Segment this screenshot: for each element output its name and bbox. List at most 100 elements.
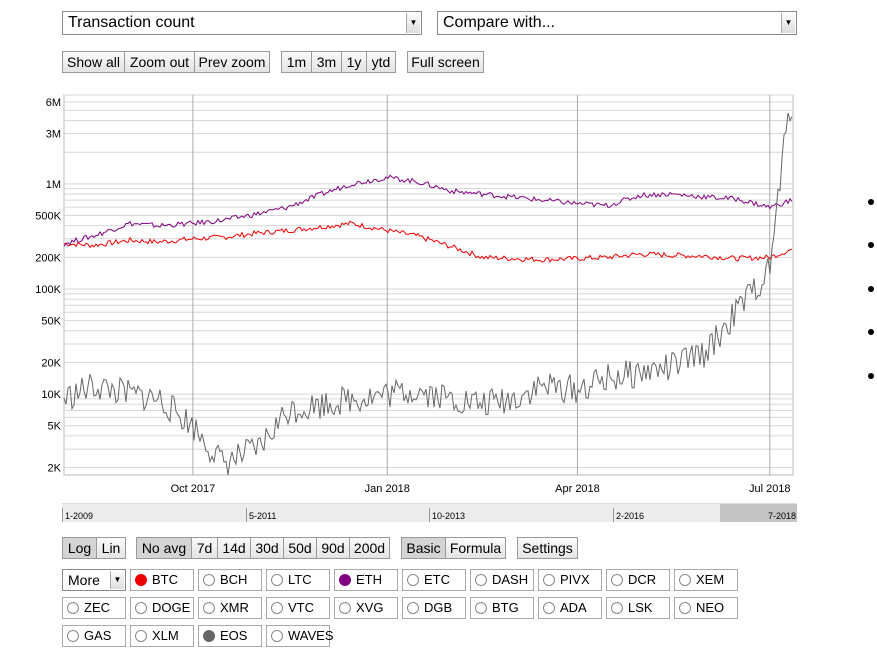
coin-toggle-lsk[interactable]: LSK bbox=[606, 597, 670, 619]
y-tick-label: 3M bbox=[46, 129, 61, 141]
navigator-label: 2-2016 bbox=[616, 511, 645, 521]
radio-icon bbox=[611, 574, 623, 586]
navigator-label: 5-2011 bbox=[249, 511, 277, 521]
radio-icon bbox=[135, 574, 147, 586]
coin-toggle-xvg[interactable]: XVG bbox=[334, 597, 398, 619]
list-bullet bbox=[868, 373, 874, 379]
avg-90d-button[interactable]: 90d bbox=[316, 537, 350, 559]
scale-log-button[interactable]: Log bbox=[62, 537, 97, 559]
radio-icon bbox=[339, 602, 351, 614]
navigator[interactable]: 1-2009 5-2011 10-2013 2-2016 7-2018 bbox=[62, 503, 797, 522]
coin-toggle-eos[interactable]: EOS bbox=[198, 625, 262, 647]
coin-label: VTC bbox=[288, 600, 314, 615]
coin-label: XMR bbox=[220, 600, 249, 615]
radio-icon bbox=[679, 602, 691, 614]
coin-toggle-eth[interactable]: ETH bbox=[334, 569, 398, 591]
coin-toggle-pivx[interactable]: PIVX bbox=[538, 569, 602, 591]
radio-icon bbox=[339, 574, 351, 586]
x-tick-label: Oct 2017 bbox=[171, 483, 216, 495]
navigator-tick bbox=[613, 508, 614, 522]
coin-toggle-dash[interactable]: DASH bbox=[470, 569, 534, 591]
coin-label: GAS bbox=[84, 628, 112, 643]
avg-30d-button[interactable]: 30d bbox=[250, 537, 284, 559]
y-tick-label: 6M bbox=[46, 97, 61, 109]
coin-label: LSK bbox=[628, 600, 653, 615]
list-bullet bbox=[868, 329, 874, 335]
coin-label: XLM bbox=[152, 628, 179, 643]
radio-icon bbox=[67, 602, 79, 614]
coin-label: XVG bbox=[356, 600, 384, 615]
y-tick-label: 2K bbox=[48, 463, 62, 475]
x-tick-label: Apr 2018 bbox=[555, 483, 600, 495]
radio-icon bbox=[407, 602, 419, 614]
coin-label: BTG bbox=[492, 600, 519, 615]
chart-grid bbox=[63, 94, 794, 476]
y-tick-label: 500K bbox=[35, 210, 61, 222]
avg-none-button[interactable]: No avg bbox=[136, 537, 192, 559]
coin-toggle-xmr[interactable]: XMR bbox=[198, 597, 262, 619]
more-select[interactable]: More ▼ bbox=[62, 569, 126, 591]
avg-50d-button[interactable]: 50d bbox=[283, 537, 317, 559]
coin-toggle-dcr[interactable]: DCR bbox=[606, 569, 670, 591]
x-tick-label: Jul 2018 bbox=[749, 483, 791, 495]
coin-toggle-btc[interactable]: BTC bbox=[130, 569, 194, 591]
coin-toggle-dgb[interactable]: DGB bbox=[402, 597, 466, 619]
scale-lin-button[interactable]: Lin bbox=[96, 537, 126, 559]
coin-toggle-etc[interactable]: ETC bbox=[402, 569, 466, 591]
y-tick-label: 5K bbox=[48, 421, 62, 433]
more-select-value: More bbox=[68, 572, 100, 588]
coin-toggle-ltc[interactable]: LTC bbox=[266, 569, 330, 591]
coin-toggle-xlm[interactable]: XLM bbox=[130, 625, 194, 647]
radio-icon bbox=[135, 602, 147, 614]
y-tick-label: 10K bbox=[41, 389, 61, 401]
radio-icon bbox=[543, 574, 555, 586]
coin-label: ADA bbox=[560, 600, 587, 615]
coin-toggle-bch[interactable]: BCH bbox=[198, 569, 262, 591]
radio-icon bbox=[203, 574, 215, 586]
radio-icon bbox=[543, 602, 555, 614]
coin-label: LTC bbox=[288, 572, 312, 587]
coin-toggle-xem[interactable]: XEM bbox=[674, 569, 738, 591]
coin-label: DOGE bbox=[152, 600, 191, 615]
settings-button[interactable]: Settings bbox=[517, 537, 578, 559]
coin-toggle-doge[interactable]: DOGE bbox=[130, 597, 194, 619]
radio-icon bbox=[475, 574, 487, 586]
coin-toggle-waves[interactable]: WAVES bbox=[266, 625, 334, 647]
navigator-label: 10-2013 bbox=[432, 511, 466, 521]
coin-toggle-gas[interactable]: GAS bbox=[62, 625, 126, 647]
avg-200d-button[interactable]: 200d bbox=[349, 537, 390, 559]
coin-toggle-btg[interactable]: BTG bbox=[470, 597, 534, 619]
coin-toggle-vtc[interactable]: VTC bbox=[266, 597, 330, 619]
list-bullet bbox=[868, 242, 874, 248]
radio-icon bbox=[407, 574, 419, 586]
navigator-label: 1-2009 bbox=[65, 511, 94, 521]
coin-label: DCR bbox=[628, 572, 657, 587]
radio-icon bbox=[611, 602, 623, 614]
navigator-tick bbox=[62, 508, 63, 522]
navigator-label: 7-2018 bbox=[768, 511, 797, 521]
coin-label: EOS bbox=[220, 628, 248, 643]
mode-basic-button[interactable]: Basic bbox=[401, 537, 446, 559]
mode-formula-button[interactable]: Formula bbox=[445, 537, 506, 559]
coin-label: XEM bbox=[696, 572, 725, 587]
avg-7d-button[interactable]: 7d bbox=[191, 537, 218, 559]
coin-toggle-ada[interactable]: ADA bbox=[538, 597, 602, 619]
radio-icon bbox=[271, 630, 283, 642]
radio-icon bbox=[203, 602, 215, 614]
y-tick-label: 50K bbox=[41, 316, 61, 328]
y-axis-labels: 2K 5K 10K 20K 50K 100K 200K 500K 1M 3M 6M bbox=[35, 97, 61, 475]
coin-label: DASH bbox=[492, 572, 529, 587]
coin-label: DGB bbox=[424, 600, 453, 615]
coin-toggle-neo[interactable]: NEO bbox=[674, 597, 738, 619]
coin-label: PIVX bbox=[560, 572, 590, 587]
navigator-tick bbox=[429, 508, 430, 522]
coin-label: BTC bbox=[152, 572, 178, 587]
list-bullet bbox=[868, 286, 874, 292]
radio-icon bbox=[679, 574, 691, 586]
avg-14d-button[interactable]: 14d bbox=[217, 537, 251, 559]
radio-icon bbox=[271, 574, 283, 586]
y-tick-label: 1M bbox=[46, 179, 61, 191]
coin-toggle-zec[interactable]: ZEC bbox=[62, 597, 126, 619]
y-tick-label: 100K bbox=[35, 284, 61, 296]
radio-icon bbox=[475, 602, 487, 614]
